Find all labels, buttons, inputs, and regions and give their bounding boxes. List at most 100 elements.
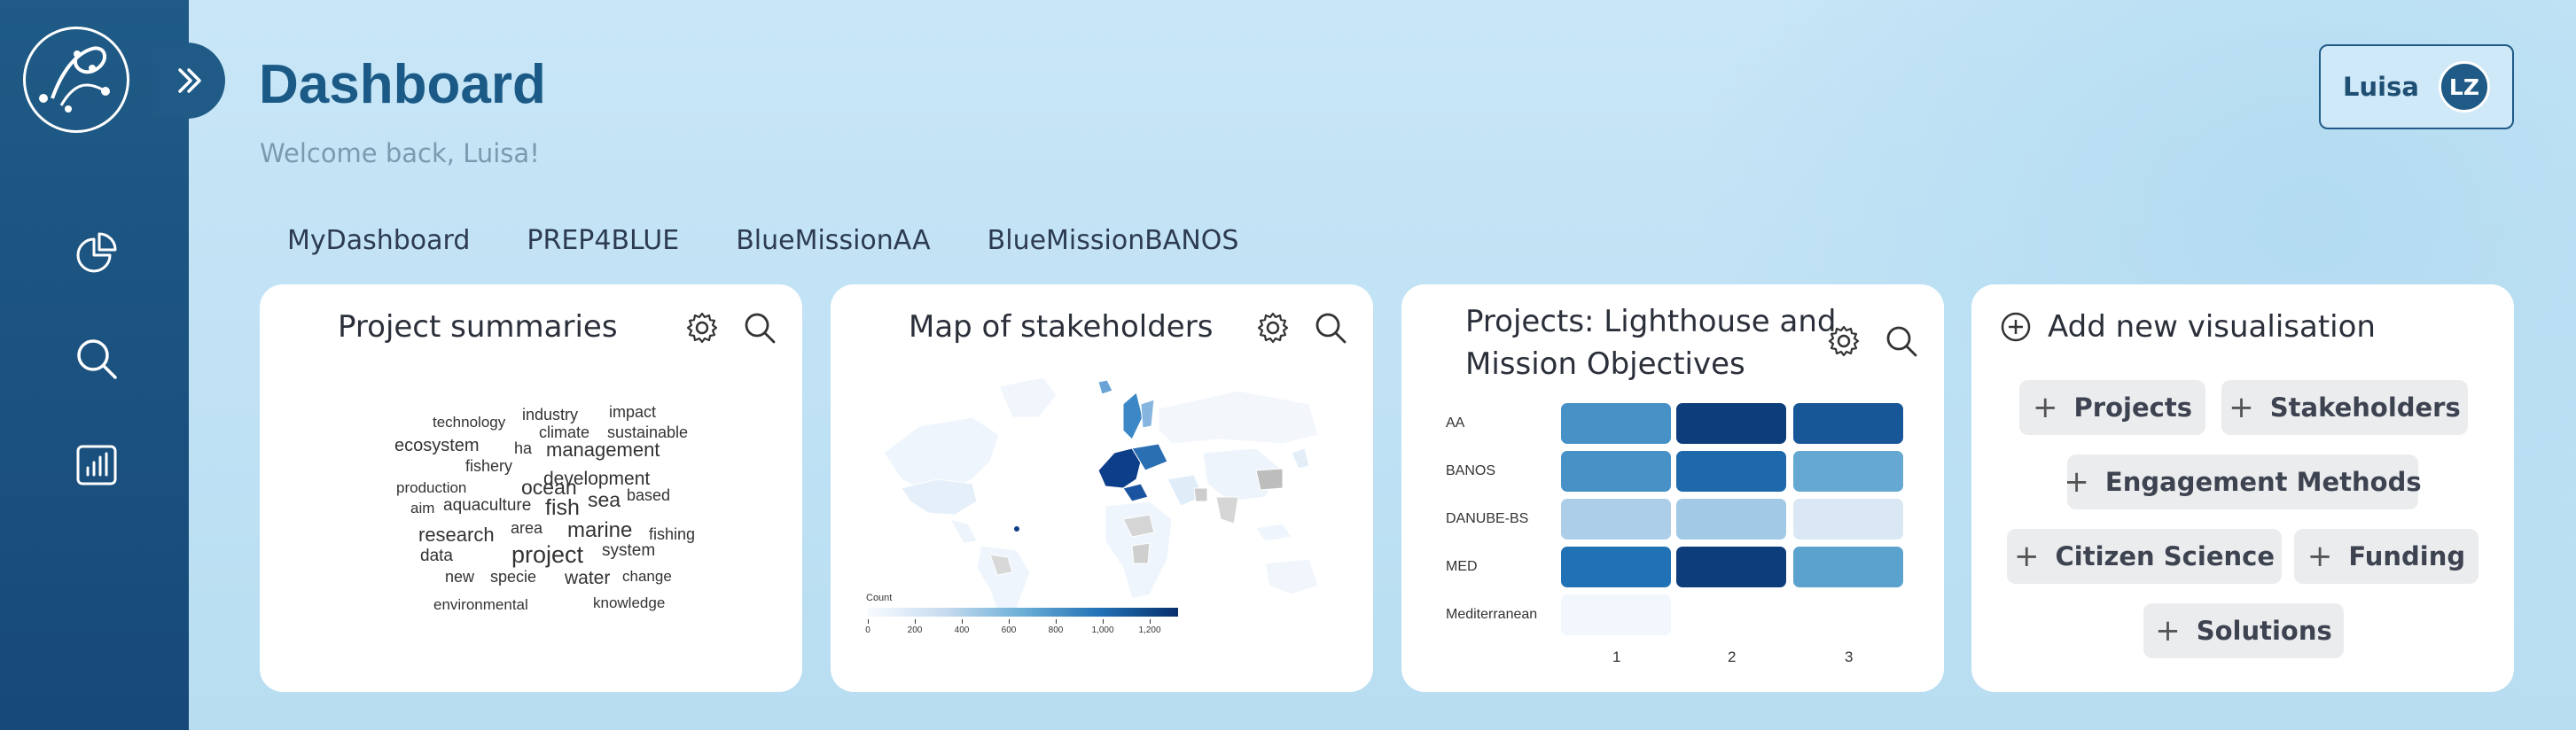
gear-icon[interactable] (1256, 311, 1290, 345)
chip-label: Engagement Methods (2104, 467, 2422, 497)
avatar: LZ (2438, 61, 2490, 113)
heatmap-row-label: DANUBE-BS (1446, 511, 1529, 526)
plus-icon: + (2229, 390, 2254, 425)
map-legend-title: Count (866, 593, 893, 603)
add-projects-button[interactable]: + Projects (2019, 380, 2205, 435)
word-cloud-word: specie (490, 568, 537, 586)
legend-tick-label: 1,000 (1091, 625, 1114, 635)
add-stakeholders-button[interactable]: + Stakeholders (2221, 380, 2468, 435)
card-title-line-2: Mission Objectives (1465, 346, 1745, 382)
card-title: Map of stakeholders (909, 309, 1214, 345)
add-solutions-button[interactable]: + Solutions (2143, 603, 2344, 658)
gear-icon[interactable] (685, 311, 719, 345)
legend-tick-label: 200 (907, 625, 923, 635)
dashboard-tabs: MyDashboard PREP4BLUE BlueMissionAA Blue… (287, 225, 1238, 256)
welcome-message: Welcome back, Luisa! (260, 138, 540, 168)
add-visualisation-header[interactable]: Add new visualisation (2000, 309, 2376, 345)
tab-prep4blue[interactable]: PREP4BLUE (527, 225, 679, 256)
legend-tick-label: 1,200 (1138, 625, 1161, 635)
app-logo[interactable] (23, 27, 129, 133)
bar-chart-report-icon[interactable] (74, 443, 119, 487)
chip-label: Solutions (2196, 616, 2332, 646)
legend-tick-mark (1056, 619, 1057, 624)
heatmap-cell[interactable] (1793, 403, 1903, 444)
heatmap-cell[interactable] (1561, 547, 1671, 587)
word-cloud-word: water (565, 568, 611, 588)
legend-tick-label: 0 (865, 625, 870, 635)
plus-icon: + (2307, 539, 2333, 574)
map-legend-colorbar (868, 608, 1178, 617)
plus-icon: + (2064, 464, 2089, 500)
heatmap-cell[interactable] (1676, 547, 1786, 587)
heatmap-column-label: 3 (1845, 648, 1854, 665)
word-cloud-word: fishery (465, 457, 513, 475)
word-cloud-word: system (602, 541, 656, 560)
word-cloud-word: technology (433, 414, 506, 431)
heatmap-row-label: Mediterranean (1446, 607, 1538, 622)
sidebar (0, 0, 225, 730)
word-cloud-word: aquaculture (443, 496, 532, 515)
heatmap-cell[interactable] (1793, 499, 1903, 540)
heatmap-cell[interactable] (1561, 594, 1671, 635)
word-cloud-word: production (396, 479, 467, 496)
heatmap-cell[interactable] (1793, 547, 1903, 587)
word-cloud-word: fish (545, 495, 580, 520)
heatmap-cell[interactable] (1561, 403, 1671, 444)
word-cloud-word: project (511, 541, 584, 568)
word-cloud-word: management (546, 439, 660, 461)
word-cloud-word: knowledge (593, 594, 666, 611)
search-icon[interactable] (74, 337, 119, 381)
tab-mydashboard[interactable]: MyDashboard (287, 225, 470, 256)
user-name: Luisa (2343, 72, 2419, 102)
chip-label: Stakeholders (2269, 392, 2461, 423)
search-icon[interactable] (743, 311, 777, 345)
add-citizen-science-button[interactable]: + Citizen Science (2007, 529, 2282, 584)
word-cloud-word: environmental (433, 596, 528, 613)
plus-icon: + (2155, 613, 2181, 648)
plus-icon: + (2013, 539, 2040, 574)
add-visualisation-title: Add new visualisation (2048, 309, 2376, 345)
heatmap-row-label: AA (1446, 415, 1465, 431)
chip-label: Citizen Science (2055, 541, 2275, 571)
gear-icon[interactable] (1827, 324, 1861, 358)
add-visualisation-card: Add new visualisation + Projects + Stakeho… (1971, 284, 2514, 692)
add-engagement-methods-button[interactable]: + Engagement Methods (2064, 454, 2422, 509)
heatmap-column-label: 1 (1612, 648, 1621, 665)
expand-sidebar-button[interactable] (152, 43, 225, 119)
heatmap-cell[interactable] (1676, 451, 1786, 492)
card-title: Projects: Lighthouse and Mission Objecti… (1465, 300, 1836, 385)
word-cloud-word: aim (410, 500, 435, 516)
word-cloud-word: based (627, 486, 671, 504)
tab-bluemissionaa[interactable]: BlueMissionAA (736, 225, 930, 256)
word-cloud-word: research (418, 524, 495, 546)
word-cloud-word: change (622, 568, 672, 585)
tab-bluemissionbanos[interactable]: BlueMissionBANOS (987, 225, 1239, 256)
heatmap-cell[interactable] (1676, 403, 1786, 444)
word-cloud-word: ha (514, 439, 533, 457)
heatmap-cell[interactable] (1561, 499, 1671, 540)
word-cloud-word: marine (567, 518, 633, 542)
plus-icon: + (2033, 390, 2058, 425)
pie-chart-icon[interactable] (74, 230, 119, 275)
world-choropleth-map[interactable] (866, 355, 1336, 621)
legend-tick-label: 800 (1048, 625, 1064, 635)
word-cloud-word: new (445, 568, 475, 586)
search-icon[interactable] (1885, 324, 1918, 358)
card-title: Project summaries (338, 309, 618, 345)
page-title: Dashboard (259, 54, 546, 115)
chip-label: Funding (2348, 541, 2466, 571)
legend-tick-label: 600 (1001, 625, 1017, 635)
legend-tick-mark (868, 619, 869, 624)
chip-label: Projects (2073, 392, 2192, 423)
word-cloud-word: ecosystem (394, 436, 480, 455)
user-menu-button[interactable]: Luisa LZ (2319, 44, 2514, 129)
double-chevron-right-icon (178, 68, 201, 93)
heatmap-cell[interactable] (1793, 451, 1903, 492)
legend-tick-mark (962, 619, 963, 624)
word-cloud-word: fishing (649, 525, 696, 543)
heatmap-cell[interactable] (1561, 451, 1671, 492)
search-icon[interactable] (1314, 311, 1347, 345)
legend-tick-mark (1103, 619, 1104, 624)
add-funding-button[interactable]: + Funding (2294, 529, 2478, 584)
heatmap-cell[interactable] (1676, 499, 1786, 540)
